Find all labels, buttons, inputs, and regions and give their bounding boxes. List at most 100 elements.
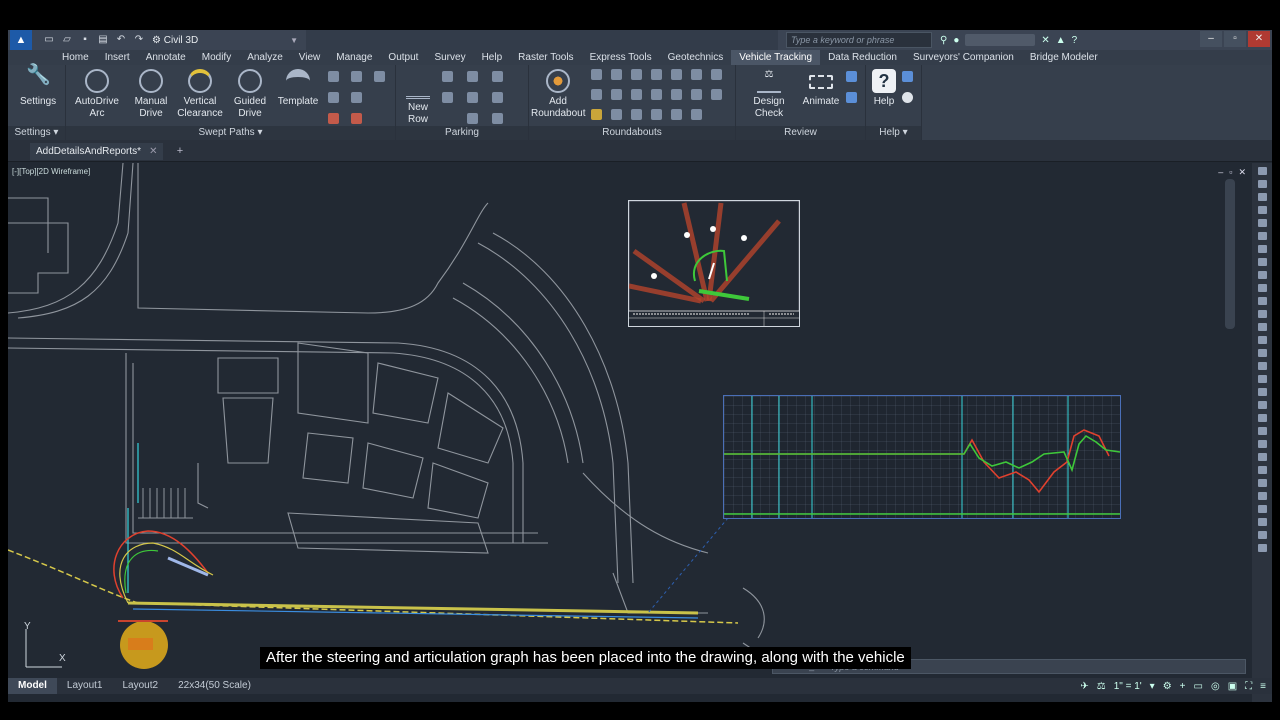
annotation-icon[interactable]: ✈ <box>1080 681 1088 692</box>
tool-icon[interactable] <box>442 92 453 103</box>
navigation-bar[interactable] <box>1225 179 1235 329</box>
tab-survey[interactable]: Survey <box>426 50 473 65</box>
tool-icon[interactable] <box>492 113 503 124</box>
viewport-close-icon[interactable]: ✕ <box>1238 167 1246 178</box>
user-icon[interactable]: ● <box>953 35 959 46</box>
tab-home[interactable]: Home <box>54 50 97 65</box>
tool-icon[interactable] <box>1257 531 1267 539</box>
tool-icon[interactable] <box>492 92 503 103</box>
tool-icon[interactable] <box>611 109 622 120</box>
workspace-selector[interactable]: ⚙ Civil 3D ▼ <box>152 35 302 46</box>
isolate-icon[interactable]: ◎ <box>1211 681 1220 692</box>
tool-icon[interactable] <box>711 89 722 100</box>
tool-icon[interactable] <box>1257 271 1267 279</box>
layout-tab-layout1[interactable]: Layout1 <box>57 678 113 694</box>
tool-icon[interactable] <box>671 89 682 100</box>
tool-icon[interactable] <box>1257 414 1267 422</box>
tab-surveyors-companion[interactable]: Surveyors' Companion <box>905 50 1022 65</box>
viewport-minimize-icon[interactable]: – <box>1218 167 1223 178</box>
monitor-icon[interactable]: ▭ <box>1194 681 1203 692</box>
tool-icon[interactable] <box>1257 180 1267 188</box>
vertical-clearance-button[interactable]: Vertical Clearance <box>176 69 224 120</box>
tool-icon[interactable] <box>1257 245 1267 253</box>
tool-icon[interactable] <box>691 89 702 100</box>
tab-insert[interactable]: Insert <box>97 50 138 65</box>
tool-icon[interactable] <box>671 69 682 80</box>
tool-icon[interactable] <box>351 113 362 124</box>
tab-analyze[interactable]: Analyze <box>239 50 291 65</box>
close-button[interactable]: ✕ <box>1248 31 1270 47</box>
tool-icon[interactable] <box>1257 518 1267 526</box>
tool-icon[interactable] <box>1257 466 1267 474</box>
tool-icon[interactable] <box>1257 193 1267 201</box>
new-row-button[interactable]: New Row <box>400 75 436 126</box>
tool-icon[interactable] <box>1257 219 1267 227</box>
layout-tab-model[interactable]: Model <box>8 678 57 694</box>
tab-express-tools[interactable]: Express Tools <box>582 50 660 65</box>
tool-icon[interactable] <box>1257 440 1267 448</box>
tool-icon[interactable] <box>374 71 385 82</box>
tool-icon[interactable] <box>1257 336 1267 344</box>
vehicle-detail-inset[interactable] <box>628 200 800 327</box>
help-icon[interactable]: ? <box>1072 35 1078 46</box>
manual-drive-button[interactable]: Manual Drive <box>130 69 172 120</box>
search-input[interactable]: Type a keyword or phrase <box>786 32 932 48</box>
tool-icon[interactable] <box>611 69 622 80</box>
account-name[interactable] <box>965 34 1036 46</box>
animate-button[interactable]: Animate <box>802 69 840 108</box>
tab-help[interactable]: Help <box>474 50 511 65</box>
tab-manage[interactable]: Manage <box>328 50 380 65</box>
layout-tab-layout2[interactable]: Layout2 <box>112 678 168 694</box>
minimize-button[interactable]: – <box>1200 31 1222 47</box>
tab-view[interactable]: View <box>291 50 329 65</box>
gear-icon[interactable]: ⚙ <box>1163 681 1172 692</box>
tool-icon[interactable] <box>1257 375 1267 383</box>
panel-title-swept-paths[interactable]: Swept Paths ▾ <box>66 126 395 140</box>
binoculars-icon[interactable]: ⚲ <box>940 35 947 46</box>
tool-icon[interactable] <box>711 69 722 80</box>
autodrive-arc-button[interactable]: AutoDrive Arc <box>74 69 120 120</box>
tool-icon[interactable] <box>1257 427 1267 435</box>
new-tab-button[interactable]: + <box>172 144 188 158</box>
tool-icon[interactable] <box>846 71 857 82</box>
tab-geotechnics[interactable]: Geotechnics <box>660 50 732 65</box>
chevron-down-icon[interactable]: ▾ <box>1150 681 1155 692</box>
maximize-button[interactable]: ▫ <box>1224 31 1246 47</box>
layout-tab-22x34[interactable]: 22x34(50 Scale) <box>168 678 261 694</box>
tool-icon[interactable] <box>631 109 642 120</box>
tool-icon[interactable] <box>492 71 503 82</box>
help-button[interactable]: ? Help <box>870 69 898 108</box>
tool-icon[interactable] <box>691 69 702 80</box>
info-icon[interactable] <box>902 92 913 103</box>
tool-icon[interactable] <box>1257 453 1267 461</box>
tool-icon[interactable] <box>467 92 478 103</box>
file-tab[interactable]: AddDetailsAndReports* ✕ <box>30 143 164 160</box>
open-file-icon[interactable]: ▱ <box>60 34 74 46</box>
exchange-icon[interactable]: ✕ <box>1041 35 1049 46</box>
tool-icon[interactable] <box>651 109 662 120</box>
tool-icon[interactable] <box>691 109 702 120</box>
tool-icon[interactable] <box>1257 232 1267 240</box>
viewport-restore-icon[interactable]: ▫ <box>1229 167 1232 178</box>
tool-icon[interactable] <box>591 69 602 80</box>
panel-title-help[interactable]: Help ▾ <box>866 126 921 140</box>
tool-icon[interactable] <box>591 89 602 100</box>
add-roundabout-button[interactable]: Add Roundabout <box>531 69 586 120</box>
steering-articulation-graph[interactable] <box>723 395 1121 519</box>
guided-drive-button[interactable]: Guided Drive <box>228 69 272 120</box>
tool-icon[interactable] <box>442 71 453 82</box>
tool-icon[interactable] <box>611 89 622 100</box>
tool-icon[interactable] <box>1257 544 1267 552</box>
settings-button[interactable]: 🔧 Settings <box>20 65 56 108</box>
tool-icon[interactable] <box>1257 479 1267 487</box>
plus-icon[interactable]: + <box>1180 681 1186 692</box>
tool-icon[interactable] <box>902 71 913 82</box>
tab-vehicle-tracking[interactable]: Vehicle Tracking <box>731 50 821 65</box>
customize-icon[interactable]: ≡ <box>1260 681 1266 692</box>
annotation-scale[interactable]: 1" = 1' <box>1114 681 1142 692</box>
hardware-icon[interactable]: ▣ <box>1228 681 1237 692</box>
tool-icon[interactable] <box>1257 167 1267 175</box>
template-button[interactable]: Template <box>274 69 322 108</box>
tool-icon[interactable] <box>1257 492 1267 500</box>
print-icon[interactable]: ▤ <box>96 34 110 46</box>
